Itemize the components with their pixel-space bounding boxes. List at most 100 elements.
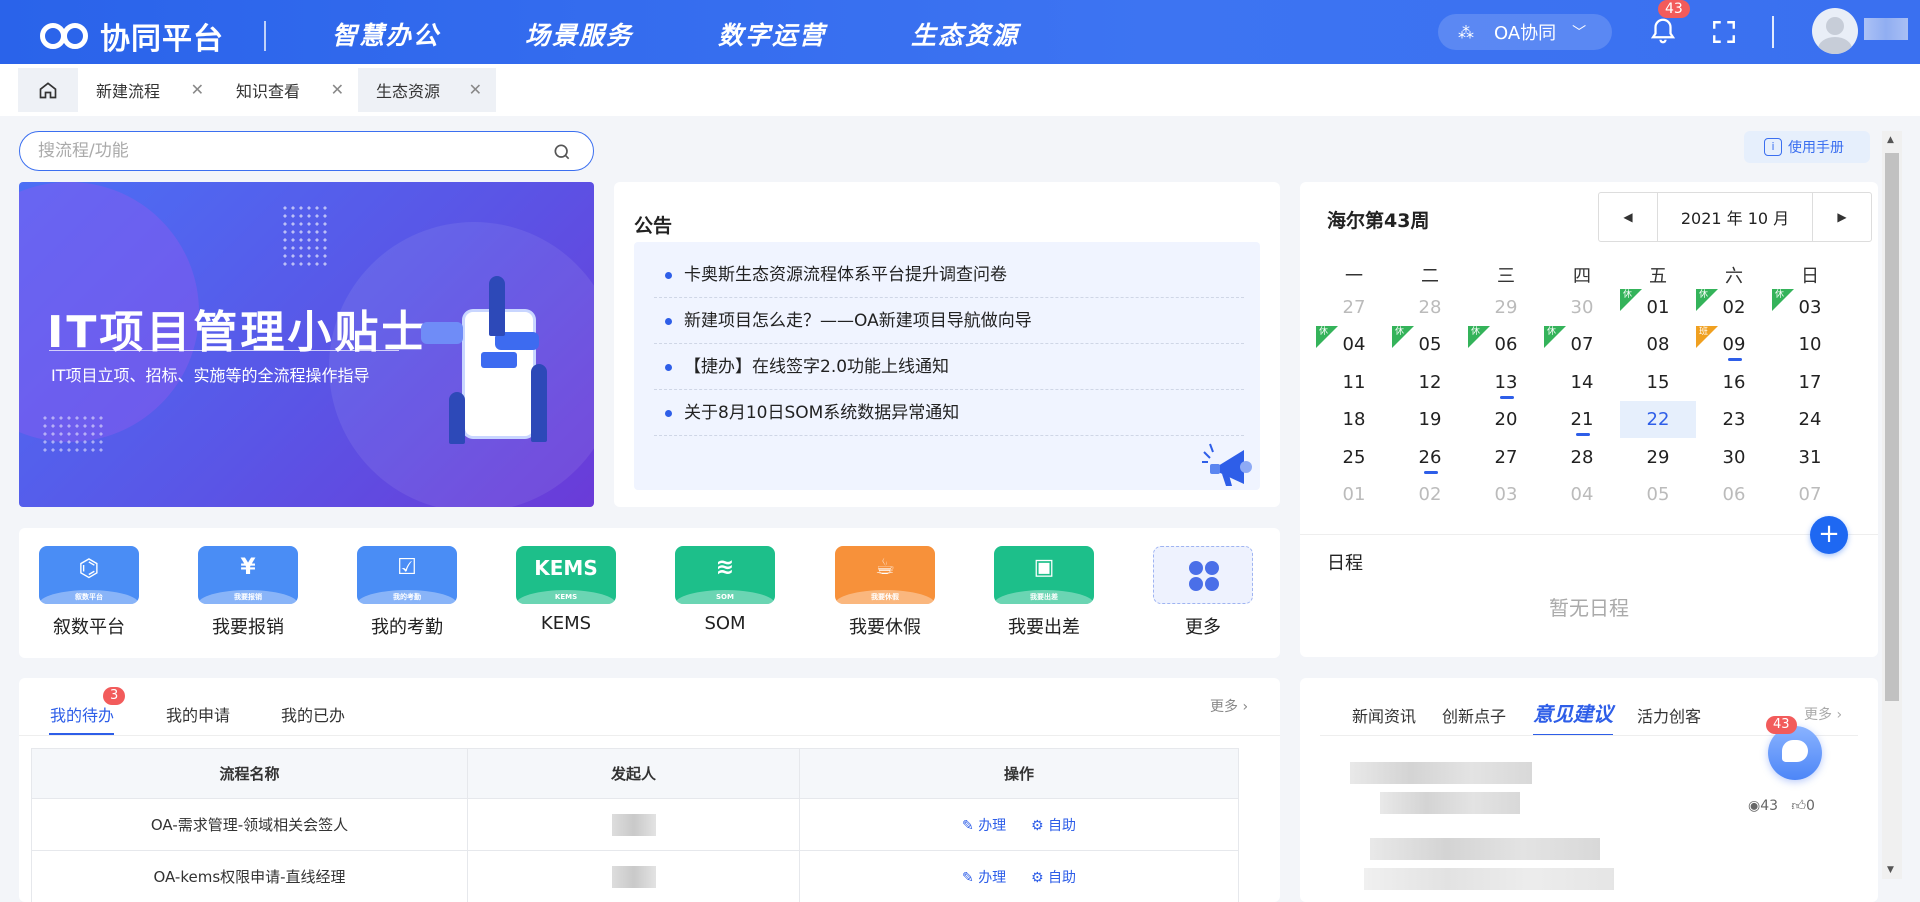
calendar-day[interactable]: 30	[1544, 289, 1620, 326]
calendar-day[interactable]: 08	[1620, 326, 1696, 363]
calendar-day[interactable]: 22	[1620, 401, 1696, 438]
calendar-day[interactable]: 28	[1544, 439, 1620, 476]
app-more[interactable]: 更多	[1153, 546, 1253, 639]
calendar-day[interactable]: 13	[1468, 364, 1544, 401]
promo-banner[interactable]: IT项目管理小贴士 IT项目立项、招标、实施等的全流程操作指导	[19, 182, 594, 507]
user-manual-button[interactable]: i 使用手册	[1744, 131, 1870, 163]
next-month-button[interactable]: ▶	[1813, 193, 1871, 241]
news-item-blurred[interactable]	[1380, 792, 1520, 814]
app-leave[interactable]: ☕ 我要休假 我要休假	[835, 546, 935, 639]
calendar-day[interactable]: 休 04	[1316, 326, 1392, 363]
tab-innovation-ideas[interactable]: 创新点子	[1442, 703, 1506, 727]
add-schedule-button[interactable]: +	[1810, 516, 1848, 554]
nav-smart-office[interactable]: 智慧办公	[332, 16, 440, 52]
app-reimbursement[interactable]: ¥ 我要报销 我要报销	[198, 546, 298, 639]
scroll-down-icon[interactable]: ▼	[1887, 865, 1894, 875]
todo-more-link[interactable]: 更多 ›	[1210, 696, 1248, 716]
logo[interactable]: 协同平台	[38, 14, 266, 58]
previous-month-button[interactable]: ◀	[1599, 193, 1657, 241]
tab-news[interactable]: 新闻资讯	[1352, 703, 1416, 727]
calendar-day[interactable]: 休 07	[1544, 326, 1620, 363]
calendar-day[interactable]: 16	[1696, 364, 1772, 401]
calendar-day[interactable]: 17	[1772, 364, 1848, 401]
announcement-item[interactable]: 关于8月10日SOM系统数据异常通知	[654, 390, 1244, 436]
announcement-item[interactable]: 卡奥斯生态资源流程体系平台提升调查问卷	[654, 252, 1244, 298]
news-item-blurred[interactable]	[1364, 868, 1614, 890]
search-icon[interactable]	[552, 142, 572, 162]
month-label[interactable]: 2021 年 10 月	[1657, 193, 1813, 241]
calendar-day[interactable]: 03	[1468, 476, 1544, 513]
user-avatar[interactable]	[1812, 8, 1858, 54]
nav-scene-service[interactable]: 场景服务	[525, 16, 633, 52]
tab-home[interactable]	[18, 68, 78, 112]
calendar-day[interactable]: 26	[1392, 439, 1468, 476]
app-business-trip[interactable]: ▣ 我要出差 我要出差	[994, 546, 1094, 639]
calendar-day[interactable]: 19	[1392, 401, 1468, 438]
calendar-day[interactable]: 20	[1468, 401, 1544, 438]
tab-knowledge-view[interactable]: 知识查看 ✕	[218, 68, 358, 112]
system-switch-dropdown[interactable]: ⁂ OA协同 ﹀	[1438, 14, 1612, 50]
calendar-day[interactable]: 14	[1544, 364, 1620, 401]
calendar-day[interactable]: 11	[1316, 364, 1392, 401]
close-icon[interactable]: ✕	[331, 80, 344, 99]
user-name-blurred[interactable]	[1864, 18, 1908, 40]
calendar-day[interactable]: 21	[1544, 401, 1620, 438]
calendar-day[interactable]: 休 05	[1392, 326, 1468, 363]
calendar-day[interactable]: 15	[1620, 364, 1696, 401]
calendar-day[interactable]: 休 06	[1468, 326, 1544, 363]
tab-my-todo[interactable]: 我的待办	[50, 702, 114, 726]
scrollbar-thumb[interactable]	[1885, 153, 1899, 701]
search-box[interactable]	[19, 131, 594, 171]
process-name[interactable]: OA-kems权限申请-直线经理	[31, 850, 468, 902]
search-input[interactable]	[38, 140, 538, 162]
nav-ecosystem-resources[interactable]: 生态资源	[911, 16, 1019, 52]
thumbs-up-icon[interactable]: 👍︎	[1791, 798, 1806, 814]
calendar-day[interactable]: 28	[1392, 289, 1468, 326]
calendar-day[interactable]: 27	[1316, 289, 1392, 326]
calendar-day[interactable]: 班 09	[1696, 326, 1772, 363]
page-scrollbar[interactable]: ▲ ▼	[1882, 131, 1902, 879]
fullscreen-icon[interactable]	[1711, 19, 1737, 45]
news-more-link[interactable]: 更多 ›	[1804, 704, 1842, 724]
handle-button[interactable]: ✎ 办理	[962, 870, 1006, 886]
calendar-day[interactable]: 05	[1620, 476, 1696, 513]
bell-icon[interactable]	[1648, 16, 1678, 46]
nav-digital-operation[interactable]: 数字运营	[718, 16, 826, 52]
tab-my-applications[interactable]: 我的申请	[166, 702, 230, 726]
tab-maker[interactable]: 活力创客	[1637, 703, 1701, 727]
calendar-day[interactable]: 06	[1696, 476, 1772, 513]
announcement-item[interactable]: 新建项目怎么走？——OA新建项目导航做向导	[654, 298, 1244, 344]
tab-my-completed[interactable]: 我的已办	[281, 702, 345, 726]
tab-new-process[interactable]: 新建流程 ✕	[78, 68, 218, 112]
calendar-day[interactable]: 07	[1772, 476, 1848, 513]
news-item-blurred[interactable]	[1370, 838, 1600, 860]
self-service-button[interactable]: ⚙ 自助	[1031, 870, 1076, 886]
app-kems[interactable]: KEMS KEMS KEMS	[516, 546, 616, 634]
app-som[interactable]: ≋ SOM SOM	[675, 546, 775, 634]
scroll-up-icon[interactable]: ▲	[1887, 135, 1894, 145]
calendar-day[interactable]: 02	[1392, 476, 1468, 513]
close-icon[interactable]: ✕	[191, 80, 204, 99]
calendar-day[interactable]: 休 02	[1696, 289, 1772, 326]
calendar-day[interactable]: 23	[1696, 401, 1772, 438]
table-row[interactable]: OA-kems权限申请-直线经理 ✎ 办理 ⚙ 自助	[31, 850, 1239, 902]
tab-suggestions[interactable]: 意见建议	[1533, 698, 1613, 727]
table-row[interactable]: OA-需求管理-领域相关会签人 ✎ 办理 ⚙ 自助	[31, 798, 1239, 851]
announcement-item[interactable]: 【捷办】在线签字2.0功能上线通知	[654, 344, 1244, 390]
process-name[interactable]: OA-需求管理-领域相关会签人	[31, 798, 468, 851]
calendar-day[interactable]: 12	[1392, 364, 1468, 401]
calendar-day[interactable]: 29	[1620, 439, 1696, 476]
calendar-day[interactable]: 29	[1468, 289, 1544, 326]
calendar-day[interactable]: 休 03	[1772, 289, 1848, 326]
calendar-day[interactable]: 04	[1544, 476, 1620, 513]
calendar-day[interactable]: 27	[1468, 439, 1544, 476]
chatbot-button[interactable]	[1768, 726, 1822, 780]
calendar-day[interactable]: 30	[1696, 439, 1772, 476]
close-icon[interactable]: ✕	[469, 80, 482, 99]
self-service-button[interactable]: ⚙ 自助	[1031, 818, 1076, 834]
calendar-day[interactable]: 25	[1316, 439, 1392, 476]
calendar-day[interactable]: 01	[1316, 476, 1392, 513]
calendar-day[interactable]: 18	[1316, 401, 1392, 438]
calendar-day[interactable]: 24	[1772, 401, 1848, 438]
calendar-day[interactable]: 10	[1772, 326, 1848, 363]
